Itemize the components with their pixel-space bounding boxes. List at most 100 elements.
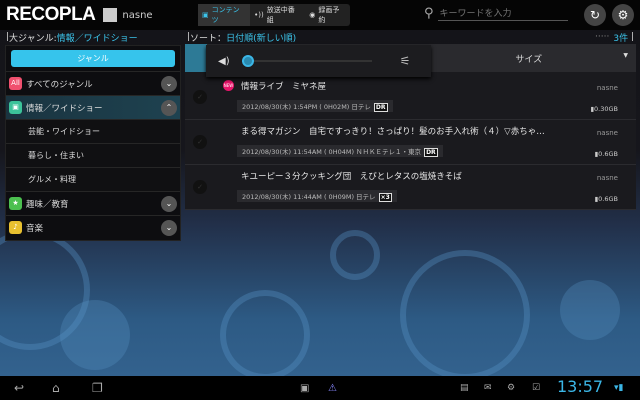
home-icon[interactable]: ⌂	[52, 381, 60, 395]
item-size-text: 0.6GB	[598, 195, 618, 203]
star-icon: ★	[9, 197, 22, 210]
item-size-text: 0.6GB	[598, 150, 618, 158]
genre-button[interactable]: ジャンル	[11, 50, 175, 67]
device-name: nasne	[122, 9, 153, 21]
sort-prefix: ソート：	[190, 33, 227, 44]
filter-label: 大ジャンル:	[9, 33, 57, 44]
filter-value: 情報／ワイドショー	[56, 33, 138, 44]
item-meta: 2012/08/30(木) 11:54AM ( 0H04M) ＮＨＫＥテレ１・東…	[237, 145, 443, 157]
equalizer-settings-icon[interactable]: ⚟	[400, 54, 411, 68]
item-size: ▮0.30GB	[590, 105, 618, 113]
bg-bubble	[220, 290, 310, 376]
result-count: ····· 3件 |	[595, 32, 634, 44]
item-source: nasne	[596, 174, 618, 182]
item-title: キユーピー３分クッキング団 えびとレタスの塩焼きそば	[241, 172, 462, 182]
bg-bubble	[60, 300, 130, 370]
tab-live[interactable]: •)) 放送中番組	[250, 4, 305, 26]
mode-switcher: ▣ コンテンツ •)) 放送中番組 ◉ 録画予約	[198, 4, 350, 26]
item-size-text: 0.30GB	[594, 105, 618, 113]
search-icon: ⚲	[424, 6, 434, 21]
item-title: まる得マガジン 自宅ですっきり！さっぱり！髪のお手入れ術（４）▽赤ちゃ…	[241, 127, 545, 137]
item-title: 情報ライブ ミヤネ屋	[241, 82, 327, 92]
sort-value: 日付順(新しい順)	[226, 33, 297, 44]
chevron-down-icon[interactable]: ⌄	[161, 75, 177, 92]
item-source: nasne	[596, 84, 618, 92]
checkbox[interactable]: ✓	[193, 135, 207, 149]
list-item[interactable]: ✓ まる得マガジン 自宅ですっきり！さっぱり！髪のお手入れ術（４）▽赤ちゃ… 2…	[185, 121, 636, 165]
chevron-up-icon[interactable]: ⌃	[161, 99, 177, 116]
search-input[interactable]	[437, 6, 568, 21]
genre-item-hobby[interactable]: ★ 趣味／教育 ⌄	[6, 191, 180, 215]
back-icon[interactable]: ↩	[14, 381, 24, 395]
wifi-battery-icon: ▾▮	[614, 383, 624, 393]
item-meta-text: 2012/08/30(木) 1:54PM ( 0H02M) 日テレ	[242, 103, 371, 111]
item-size: ▮0.6GB	[594, 195, 618, 203]
screenshot-icon[interactable]: ▣	[300, 383, 309, 394]
genre-item-all[interactable]: All すべてのジャンル ⌄	[6, 71, 180, 95]
genre-label: すべてのジャンル	[26, 79, 93, 90]
speaker-icon: ◀)	[218, 55, 230, 67]
genre-item-info[interactable]: ▣ 情報／ワイドショー ⌃	[6, 95, 180, 119]
tab-label: 録画予約	[318, 6, 340, 24]
new-badge-icon: NEW	[223, 80, 234, 91]
list-item[interactable]: ✓ キユーピー３分クッキング団 えびとレタスの塩焼きそば 2012/08/30(…	[185, 166, 636, 210]
search-box: ⚲	[424, 6, 568, 21]
bg-bubble	[330, 230, 380, 280]
settings-button[interactable]: ⚙	[612, 4, 634, 26]
checkbox[interactable]: ✓	[193, 90, 207, 104]
tab-label: 放送中番組	[266, 6, 295, 24]
list-item[interactable]: ✓ NEW 情報ライブ ミヤネ屋 2012/08/30(木) 1:54PM ( …	[185, 76, 636, 120]
app-logo: RECOPLA	[6, 4, 96, 25]
nasne-logo-icon	[103, 8, 118, 22]
clipboard-check-icon: ☑	[532, 383, 541, 393]
checkbox[interactable]: ✓	[193, 180, 207, 194]
genre-filter-label: | 大ジャンル: 情報／ワイドショー	[6, 32, 138, 44]
item-source: nasne	[596, 129, 618, 137]
app-notification-icon[interactable]: ⚠	[328, 383, 337, 394]
refresh-icon: ↻	[589, 8, 601, 22]
all-icon: All	[9, 77, 22, 90]
refresh-button[interactable]: ↻	[584, 4, 606, 26]
tv-icon: ▣	[9, 101, 22, 114]
bg-bubble	[560, 280, 620, 340]
item-size: ▮0.6GB	[594, 150, 618, 158]
genre-subitem[interactable]: 暮らし・住まい	[6, 143, 180, 167]
gallery-icon: ▤	[460, 383, 469, 393]
header-accent	[185, 44, 207, 72]
column-header-size[interactable]: サイズ ▼	[422, 52, 637, 65]
chevron-down-icon[interactable]: ⌄	[161, 195, 177, 212]
sync-icon: ⚙	[507, 383, 516, 393]
count-value: 3件	[613, 33, 629, 44]
column-label: サイズ	[515, 54, 543, 65]
item-tag: ×3	[378, 193, 392, 202]
music-note-icon: ♪	[9, 221, 22, 234]
genre-label: 音楽	[26, 223, 44, 234]
recent-apps-icon[interactable]: ❐	[92, 381, 103, 395]
bg-bubble	[400, 250, 530, 376]
tab-label: コンテンツ	[211, 6, 240, 24]
mail-icon: ✉	[484, 383, 492, 393]
item-meta-text: 2012/08/30(木) 11:44AM ( 0H09M) 日テレ	[242, 193, 376, 201]
genre-label: 趣味／教育	[26, 199, 69, 210]
genre-panel: ジャンル All すべてのジャンル ⌄ ▣ 情報／ワイドショー ⌃ 芸能・ワイドショー …	[5, 45, 181, 241]
system-nav-bar: ↩ ⌂ ❐ ▣ ⚠ ▤ ✉ ⚙ ☑ ▾▮	[0, 376, 640, 400]
gear-icon: ⚙	[617, 8, 629, 22]
item-meta: 2012/08/30(木) 11:44AM ( 0H09M) 日テレ ×3	[237, 190, 397, 202]
app: RECOPLA nasne ▣コンテンツ •))放送中番組 ◉録画予約 ⚲ ↻ …	[0, 0, 640, 376]
volume-thumb[interactable]	[242, 55, 255, 67]
volume-popup: ◀) ⚟	[206, 45, 431, 77]
tab-reservations[interactable]: ◉ 録画予約	[305, 4, 350, 26]
item-tag: DR	[373, 103, 388, 112]
chevron-down-icon[interactable]: ⌄	[161, 219, 177, 236]
status-clock: 13:57	[557, 377, 604, 396]
item-meta: 2012/08/30(木) 1:54PM ( 0H02M) 日テレ DR	[237, 100, 393, 112]
volume-slider[interactable]	[241, 55, 372, 67]
tab-contents[interactable]: ▣ コンテンツ	[198, 4, 251, 26]
item-meta-text: 2012/08/30(木) 11:54AM ( 0H04M) ＮＨＫＥテレ１・東…	[242, 148, 422, 156]
genre-subitem[interactable]: 芸能・ワイドショー	[6, 119, 180, 143]
item-tag: DR	[424, 148, 438, 157]
genre-item-music[interactable]: ♪ 音楽 ⌄	[6, 215, 180, 239]
top-bar: RECOPLA nasne ▣コンテンツ •))放送中番組 ◉録画予約 ⚲ ↻ …	[0, 0, 640, 30]
sort-label[interactable]: | ソート： 日付順(新しい順)	[187, 30, 296, 44]
genre-subitem[interactable]: グルメ・料理	[6, 167, 180, 191]
